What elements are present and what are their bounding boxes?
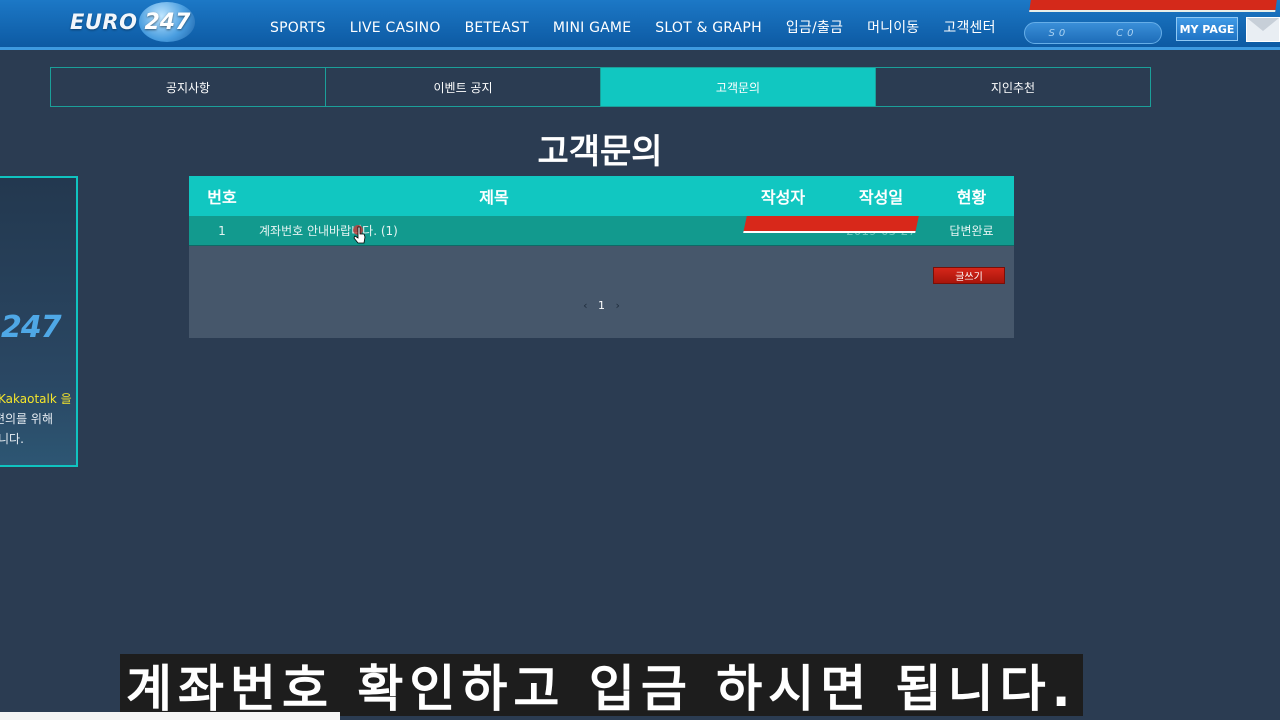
tab-customer-inquiry[interactable]: 고객문의 xyxy=(601,68,876,106)
mypage-button[interactable]: MY PAGE xyxy=(1176,17,1238,41)
pager-current[interactable]: 1 xyxy=(598,299,605,312)
board-header: 번호 제목 작성자 작성일 현황 xyxy=(189,176,1014,216)
tab-event-notice[interactable]: 이벤트 공지 xyxy=(326,68,601,106)
balance-sports: S0 xyxy=(1048,27,1070,39)
nav-customer-center[interactable]: 고객센터 xyxy=(931,17,1007,39)
pagination: ‹ 1 › xyxy=(189,299,1014,312)
side-promo-panel[interactable]: 247 Kakaotalk 을 편의를 위해 니다. xyxy=(0,176,78,467)
logo-globe-icon: 247 xyxy=(139,2,196,42)
nav-deposit-withdraw[interactable]: 입금/출금 xyxy=(774,17,855,39)
main-nav: SPORTS LIVE CASINO BETEAST MINI GAME SLO… xyxy=(258,17,1008,39)
nav-slot-graph[interactable]: SLOT & GRAPH xyxy=(643,17,774,39)
side-brand: 247 xyxy=(1,310,62,345)
nav-money-transfer[interactable]: 머니이동 xyxy=(855,17,931,39)
row-number: 1 xyxy=(218,223,226,238)
nav-beteast[interactable]: BETEAST xyxy=(453,17,541,39)
page-title: 고객문의 xyxy=(537,132,663,172)
col-status: 현황 xyxy=(956,188,987,207)
mail-icon[interactable] xyxy=(1246,17,1280,42)
board-tabs: 공지사항 이벤트 공지 고객문의 지인추천 xyxy=(50,67,1151,107)
pager-prev-icon[interactable]: ‹ xyxy=(583,299,587,312)
col-author: 작성자 xyxy=(760,188,806,207)
side-line-kakao: Kakaotalk 을 xyxy=(0,392,72,406)
col-title: 제목 xyxy=(479,188,509,207)
balance-casino: C0 xyxy=(1116,27,1138,39)
site-logo[interactable]: EURO 247 xyxy=(70,2,196,42)
row-title-link[interactable]: 계좌번호 안내바랍니다. (1) xyxy=(255,216,733,245)
redaction-bar xyxy=(1029,0,1277,12)
tab-notice[interactable]: 공지사항 xyxy=(51,68,326,106)
col-number: 번호 xyxy=(207,188,237,207)
nav-sports[interactable]: SPORTS xyxy=(258,17,338,39)
row-comment-count: (1) xyxy=(380,223,398,238)
hand-cursor-icon xyxy=(353,225,366,244)
nav-mini-game[interactable]: MINI GAME xyxy=(541,17,643,39)
write-button[interactable]: 글쓰기 xyxy=(933,267,1005,284)
top-header: EURO 247 SPORTS LIVE CASINO BETEAST MINI… xyxy=(0,0,1280,50)
logo-number: 247 xyxy=(144,9,191,35)
tab-referral[interactable]: 지인추천 xyxy=(876,68,1150,106)
side-line-2: 편의를 위해 xyxy=(0,412,54,426)
video-subtitle: 계좌번호 확인하고 입금 하시면 됩니다. xyxy=(120,654,1083,718)
pager-next-icon[interactable]: › xyxy=(616,299,620,312)
balance-display: S0 C0 xyxy=(1024,22,1162,44)
table-row[interactable]: 1 계좌번호 안내바랍니다. (1) 2019-05-27 답변완료 xyxy=(189,216,1014,246)
inquiry-board: 번호 제목 작성자 작성일 현황 1 계좌번호 안내바랍니다. (1) 2019… xyxy=(189,176,1014,338)
taskbar-strip xyxy=(0,712,340,720)
row-status: 답변완료 xyxy=(949,224,994,238)
logo-text: EURO xyxy=(70,10,138,34)
redaction-bar xyxy=(743,216,919,233)
nav-live-casino[interactable]: LIVE CASINO xyxy=(338,17,453,39)
side-line-3: 니다. xyxy=(0,432,24,446)
col-date: 작성일 xyxy=(858,188,904,207)
